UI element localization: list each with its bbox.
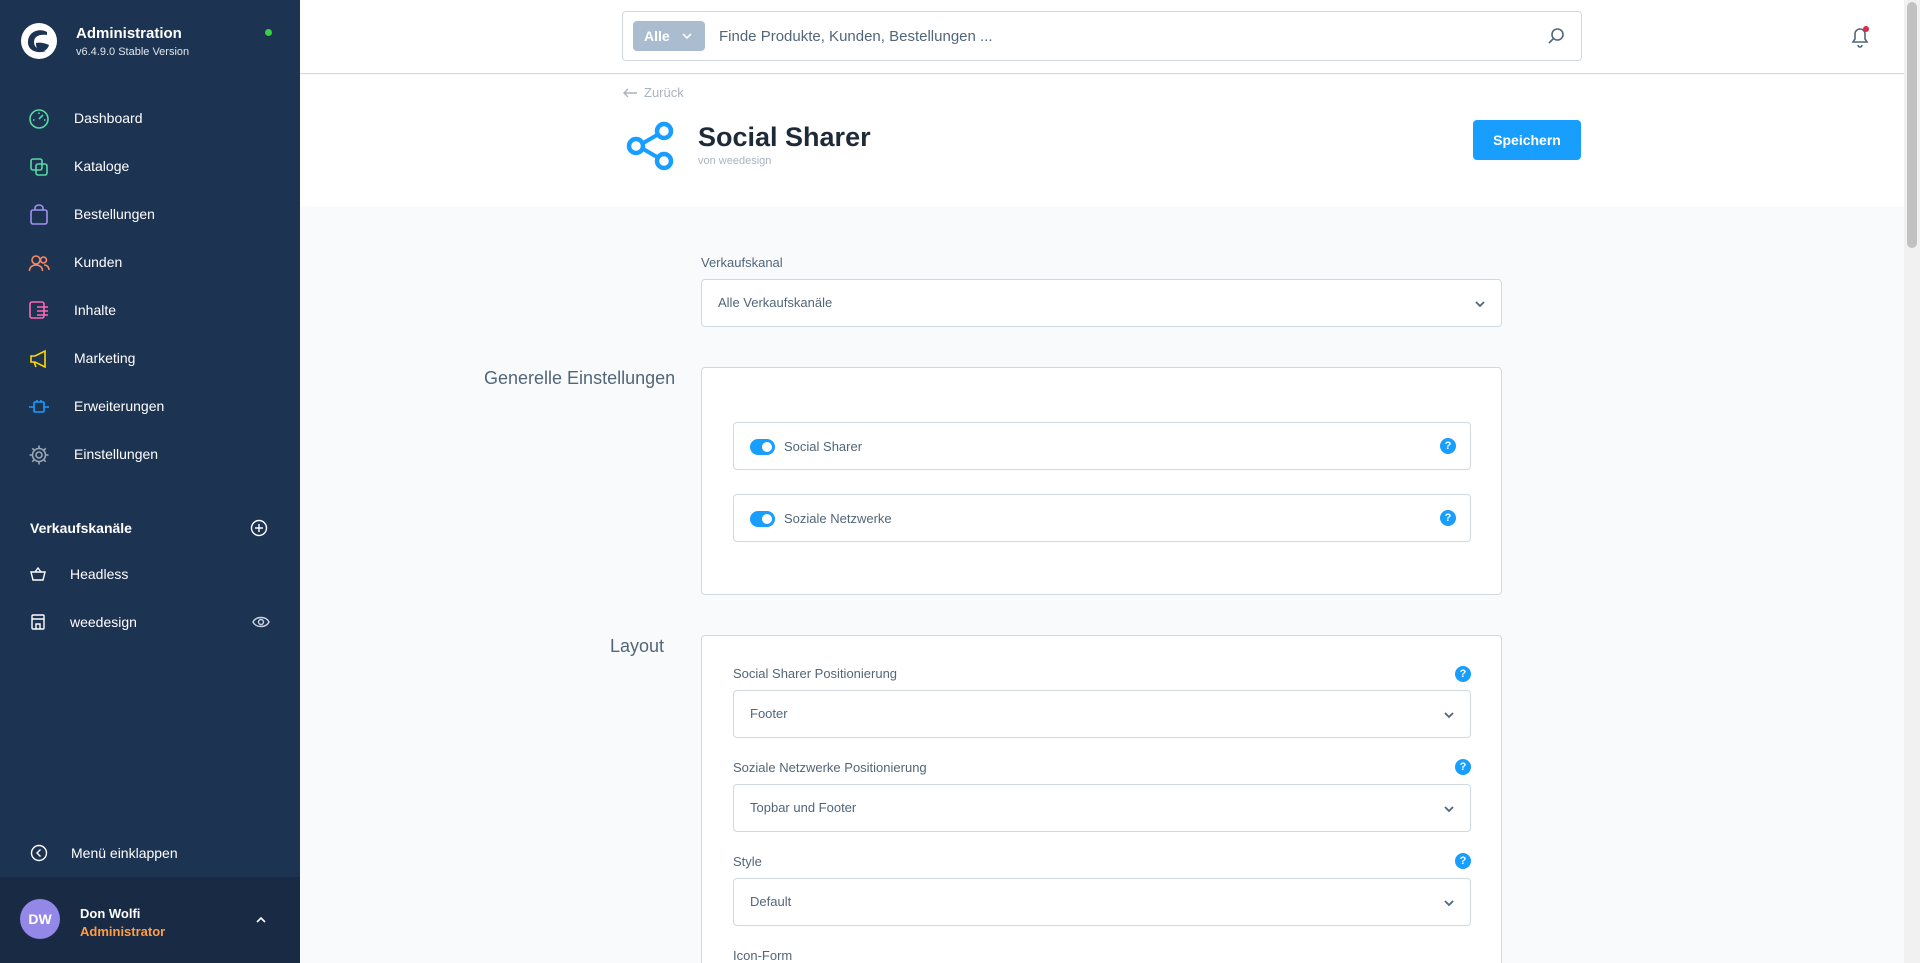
sidebar-item-label: Kataloge [74, 158, 130, 174]
sidebar-item-label: Inhalte [74, 302, 117, 318]
select-value: Topbar und Footer [750, 800, 857, 815]
chevron-down-icon [1444, 900, 1454, 907]
collapse-menu-label: Menü einklappen [71, 845, 178, 861]
shopware-logo-icon[interactable] [20, 22, 58, 60]
sidebar-item-label: Marketing [74, 350, 136, 366]
catalog-icon [30, 158, 48, 176]
switch-label: Soziale Netzwerke [784, 511, 892, 526]
gear-icon [29, 445, 49, 465]
style-select[interactable]: Default [733, 878, 1471, 926]
field-label: Social Sharer Positionierung [733, 666, 898, 681]
social-sharer-toggle[interactable] [750, 439, 775, 455]
sidebar-item-bestellungen[interactable]: Bestellungen [0, 194, 300, 234]
section-title-general: Generelle Einstellungen [484, 368, 676, 388]
layout-settings-card: Social Sharer Positionierung ? Footer So… [701, 635, 1502, 963]
sidebar-item-label: Einstellungen [74, 446, 159, 462]
collapse-menu-button[interactable]: Menü einklappen [0, 838, 300, 868]
section-title-layout: Layout [610, 636, 665, 656]
plugin-author: von weedesign [698, 155, 772, 167]
page-title: Social Sharer [698, 122, 871, 152]
arrow-left-icon [623, 88, 637, 97]
field-label: Style [733, 854, 762, 869]
sidebar-item-erweiterungen[interactable]: Erweiterungen [0, 386, 300, 426]
switch-label: Social Sharer [784, 439, 863, 454]
field-label: Icon-Form [733, 948, 793, 963]
user-role: Administrator [80, 924, 166, 939]
share-icon [626, 121, 674, 171]
global-search: Alle [622, 11, 1582, 61]
dashboard-icon [29, 109, 49, 129]
user-profile[interactable]: DW Don Wolfi Administrator [0, 877, 300, 963]
chevron-down-icon [682, 33, 692, 40]
social-sharer-switch-field[interactable]: Social Sharer ? [733, 422, 1471, 470]
add-sales-channel-icon[interactable] [250, 519, 268, 537]
shopping-bag-icon [30, 204, 48, 225]
field-label: Soziale Netzwerke Positionierung [733, 760, 927, 775]
general-settings-card: Social Sharer ? Soziale Netzwerke ? [701, 367, 1502, 595]
customers-icon [28, 255, 50, 272]
help-icon[interactable]: ? [1440, 438, 1456, 454]
social-networks-toggle[interactable] [750, 511, 775, 527]
sidebar-item-kataloge[interactable]: Kataloge [0, 146, 300, 186]
sidebar-item-label: Dashboard [74, 110, 143, 126]
search-type-dropdown[interactable]: Alle [633, 21, 705, 51]
back-label: Zurück [644, 85, 684, 100]
help-icon[interactable]: ? [1455, 853, 1471, 869]
select-value: Footer [750, 706, 788, 721]
storefront-icon [31, 614, 45, 630]
select-value: Default [750, 894, 792, 909]
user-name: Don Wolfi [80, 906, 141, 921]
sidebar-item-label: Kunden [74, 254, 123, 270]
toggle-knob [762, 514, 772, 524]
sidebar-item-kunden[interactable]: Kunden [0, 242, 300, 282]
sales-channel-label: Verkaufskanal [701, 255, 783, 270]
sidebar-item-einstellungen[interactable]: Einstellungen [0, 434, 300, 474]
social-networks-position-select[interactable]: Topbar und Footer [733, 784, 1471, 832]
top-bar: Alle [300, 0, 1904, 74]
help-icon[interactable]: ? [1455, 666, 1471, 682]
sales-channel-value: Alle Verkaufskanäle [718, 295, 833, 310]
sales-channel-label: weedesign [70, 614, 137, 630]
status-dot [265, 29, 272, 36]
help-icon[interactable]: ? [1455, 759, 1471, 775]
app-version: v6.4.9.0 Stable Version [76, 46, 190, 58]
sidebar-item-inhalte[interactable]: Inhalte [0, 290, 300, 330]
sales-channel-select[interactable]: Alle Verkaufskanäle [701, 279, 1502, 327]
sidebar-item-label: Bestellungen [74, 206, 155, 222]
scrollbar-thumb[interactable] [1907, 2, 1917, 248]
megaphone-icon [30, 349, 46, 369]
chevron-down-icon [1475, 301, 1485, 308]
help-icon[interactable]: ? [1440, 510, 1456, 526]
sidebar-item-dashboard[interactable]: Dashboard [0, 98, 300, 138]
sales-channel-label: Headless [70, 566, 129, 582]
save-button[interactable]: Speichern [1473, 120, 1581, 160]
back-link[interactable]: Zurück [622, 85, 684, 100]
sales-channel-weedesign[interactable]: weedesign [0, 604, 300, 640]
notification-bell-icon[interactable] [1848, 25, 1872, 49]
sales-channels-title: Verkaufskanäle [30, 520, 132, 536]
social-sharer-position-select[interactable]: Footer [733, 690, 1471, 738]
sales-channel-headless[interactable]: Headless [0, 556, 300, 592]
collapse-chevron-icon [30, 844, 48, 862]
app-title: Administration [76, 25, 182, 42]
search-type-label: Alle [644, 28, 670, 44]
sidebar-item-marketing[interactable]: Marketing [0, 338, 300, 378]
basket-icon [30, 566, 46, 581]
search-icon[interactable] [1546, 26, 1566, 46]
eye-icon[interactable] [252, 615, 270, 629]
sidebar-item-label: Erweiterungen [74, 398, 165, 414]
search-input[interactable] [719, 23, 1519, 49]
admin-sidebar: Administration v6.4.9.0 Stable Version D… [0, 0, 300, 963]
avatar: DW [20, 899, 60, 939]
chevron-up-icon[interactable] [254, 913, 268, 927]
chevron-down-icon [1444, 806, 1454, 813]
page-header: Zurück Social Sharer von weedesign Speic… [300, 75, 1904, 207]
chevron-down-icon [1444, 712, 1454, 719]
content-icon [29, 301, 48, 319]
brand: Administration v6.4.9.0 Stable Version [0, 0, 300, 84]
page-scrollbar[interactable] [1904, 0, 1920, 963]
plug-icon [29, 400, 49, 413]
social-networks-switch-field[interactable]: Soziale Netzwerke ? [733, 494, 1471, 542]
toggle-knob [762, 442, 772, 452]
